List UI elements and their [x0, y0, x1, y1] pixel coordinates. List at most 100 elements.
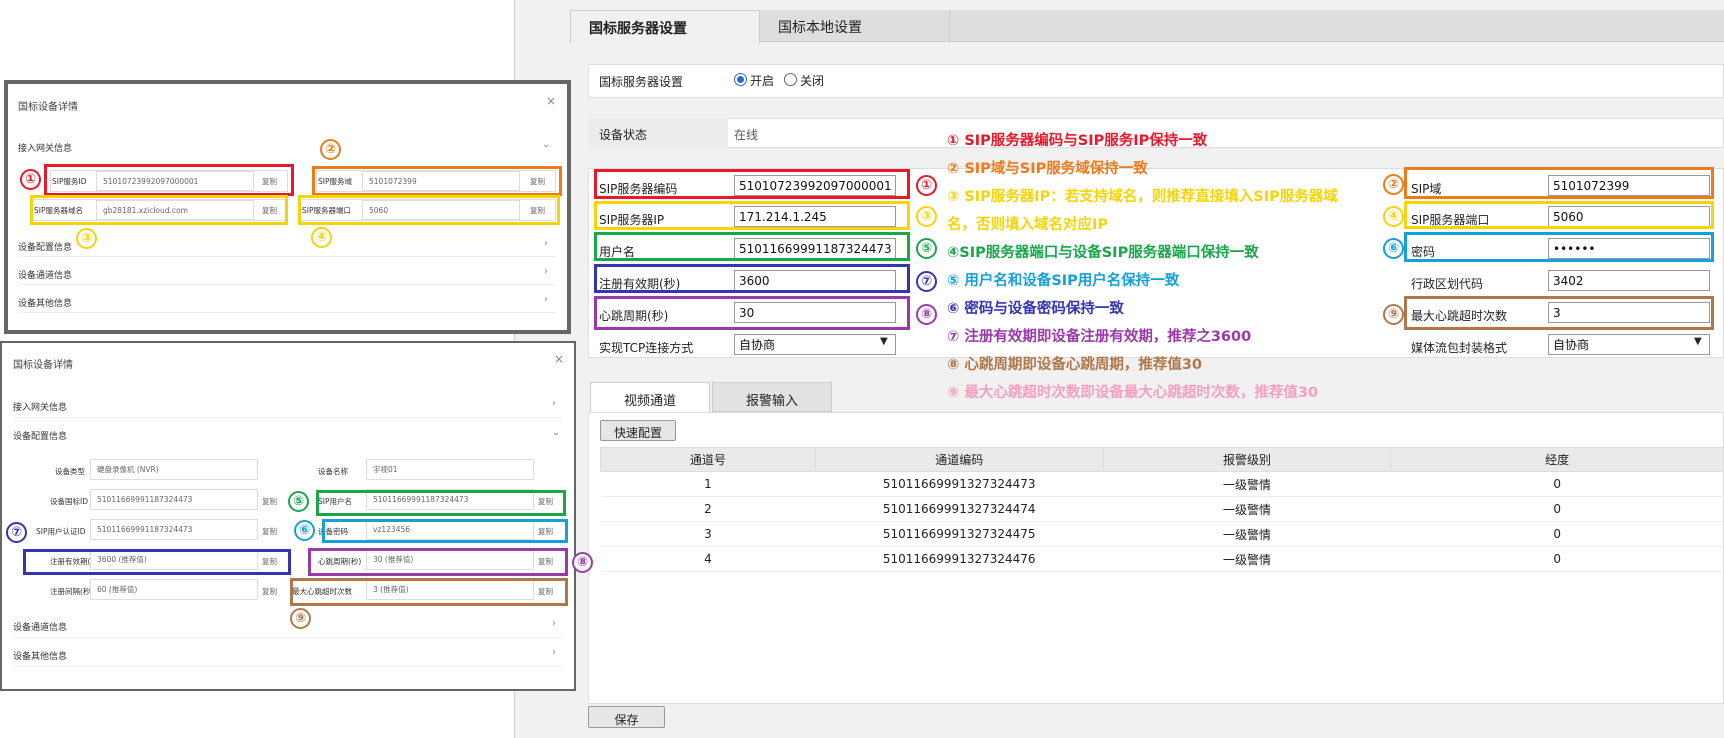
annotation-number: ① [916, 175, 937, 196]
dialog1-section-channel[interactable]: 设备通道信息 [18, 268, 72, 281]
annotation-number: ⑨ [1383, 304, 1404, 325]
field-label: 行政区划代码 [1411, 277, 1484, 291]
save-button[interactable]: 保存 [588, 706, 665, 728]
dialog2-value: 60 (推荐值) [90, 579, 258, 600]
tcp-mode-select[interactable]: 自协商 [734, 334, 896, 355]
table-row[interactable]: 4 51011669991327324476 一级警情 0 [600, 546, 1724, 572]
radio-on-label: 开启 [750, 74, 775, 88]
annotation-note: ⑥ 密码与设备密码保持一致 [947, 301, 1124, 317]
dialog1-section-gateway[interactable]: 接入网关信息 [18, 141, 72, 154]
annotation-box [1404, 201, 1714, 229]
field-label: 实现TCP连接方式 [599, 341, 694, 355]
dialog2-close-icon[interactable]: × [554, 352, 564, 366]
annotation-note: ⑤ 用户名和设备SIP用户名保持一致 [947, 273, 1180, 289]
chevron-right-icon: › [552, 398, 556, 409]
annotation-number: ⑥ [1383, 238, 1404, 259]
annotation-note: ② SIP域与SIP服务域保持一致 [947, 161, 1148, 177]
field-input[interactable]: 3402 [1548, 270, 1710, 291]
table-row[interactable]: 3 51011669991327324475 一级警情 0 [600, 521, 1724, 547]
dialog2-section-other[interactable]: 设备其他信息 [13, 649, 67, 662]
chevron-right-icon: › [552, 618, 556, 629]
annotation-note: ⑧ 心跳周期即设备心跳周期，推荐值30 [947, 357, 1203, 373]
annotation-box [312, 166, 562, 196]
column-header: 通道号 [600, 447, 816, 472]
annotation-note: ④SIP服务器端口与设备SIP服务器端口保持一致 [947, 245, 1259, 261]
annotation-number: ⑦ [6, 522, 27, 543]
radio-on[interactable] [734, 73, 747, 86]
subtab-video[interactable]: 视频通道 [590, 382, 710, 412]
annotation-note: 名，否则填入域名对应IP [947, 217, 1109, 233]
dialog2-label: 注册间隔(秒) [50, 587, 94, 596]
table-cell: 2 [600, 496, 816, 522]
dialog1-title: 国标设备详情 [18, 102, 78, 113]
chevron-right-icon: › [544, 294, 548, 305]
dialog2-section-gateway[interactable]: 接入网关信息 [13, 400, 67, 413]
dialog1-section-other[interactable]: 设备其他信息 [18, 296, 72, 309]
annotation-number: ④ [311, 227, 332, 248]
annotation-box [30, 195, 288, 225]
chevron-down-icon: ▼ [880, 336, 888, 347]
dialog2-section-config[interactable]: 设备配置信息 [13, 429, 67, 442]
chevron-down-icon: ⌄ [552, 427, 561, 438]
table-cell: 3 [600, 521, 816, 547]
annotation-box [594, 232, 910, 261]
chevron-down-icon: ⌄ [542, 139, 551, 150]
table-row[interactable]: 1 51011669991327324473 一级警情 0 [600, 471, 1724, 497]
annotation-box [1404, 167, 1714, 199]
annotation-number: ⑥ [294, 520, 315, 541]
table-cell: 0 [1390, 521, 1724, 547]
dialog2-title: 国标设备详情 [13, 360, 73, 371]
dialog2-value: 硬盘录像机 (NVR) [90, 459, 258, 480]
dialog2-copy[interactable]: 复制 [262, 496, 277, 507]
annotation-box [298, 195, 560, 225]
subtab-alarm[interactable]: 报警输入 [712, 382, 832, 412]
column-header: 经度 [1390, 447, 1724, 472]
annotation-box [1404, 296, 1714, 330]
annotation-number: ② [1383, 174, 1404, 195]
server-enable-label: 国标服务器设置 [599, 75, 684, 89]
tab-server-settings[interactable]: 国标服务器设置 [570, 10, 760, 43]
status-value: 在线 [734, 128, 759, 142]
column-header: 通道编码 [814, 447, 1104, 472]
annotation-number: ① [20, 169, 41, 190]
quick-config-button[interactable]: 快速配置 [600, 420, 676, 441]
chevron-right-icon: › [544, 238, 548, 249]
annotation-box [1404, 232, 1714, 262]
chevron-right-icon: › [544, 266, 548, 277]
table-cell: 1 [600, 471, 816, 497]
annotation-box [594, 169, 910, 199]
annotation-box [594, 264, 910, 293]
tab-local-settings[interactable]: 国标本地设置 [760, 10, 950, 42]
dialog1-close-icon[interactable]: × [546, 94, 556, 108]
table-cell: 51011669991327324473 [815, 471, 1104, 497]
annotation-box [23, 549, 291, 575]
annotation-number: ③ [916, 206, 937, 227]
dialog2-copy[interactable]: 复制 [262, 526, 277, 537]
annotation-note: ① SIP服务器编码与SIP服务IP保持一致 [947, 133, 1208, 149]
dialog1-section-config[interactable]: 设备配置信息 [18, 240, 72, 253]
table-cell: 51011669991327324474 [815, 496, 1104, 522]
annotation-number: ⑨ [290, 608, 311, 629]
chevron-down-icon: ▼ [1694, 336, 1702, 347]
table-cell: 一级警情 [1103, 471, 1391, 497]
dialog2-label: 设备国标ID [50, 497, 88, 506]
annotation-box [594, 201, 910, 230]
chevron-right-icon: › [552, 647, 556, 658]
dialog2-label: 设备名称 [318, 467, 348, 476]
annotation-number: ④ [1383, 206, 1404, 227]
radio-off[interactable] [784, 73, 797, 86]
annotation-box [316, 490, 566, 516]
table-cell: 一级警情 [1103, 546, 1391, 572]
device-detail-dialog-2 [0, 341, 576, 691]
annotation-box [290, 578, 568, 606]
dialog2-value: 宇视01 [366, 459, 534, 480]
dialog2-copy[interactable]: 复制 [262, 586, 277, 597]
channel-table: 通道号 通道编码 报警级别 经度 1 51011669991327324473 一级警情 0 2… [600, 447, 1724, 572]
annotation-number: ⑧ [916, 304, 937, 325]
table-row[interactable]: 2 51011669991327324474 一级警情 0 [600, 496, 1724, 522]
media-format-select[interactable]: 自协商 [1548, 334, 1710, 355]
dialog2-label: SIP用户认证ID [36, 527, 86, 536]
field-label: 媒体流包封装格式 [1411, 341, 1508, 355]
radio-off-label: 关闭 [800, 74, 825, 88]
dialog2-section-channel[interactable]: 设备通道信息 [13, 620, 67, 633]
